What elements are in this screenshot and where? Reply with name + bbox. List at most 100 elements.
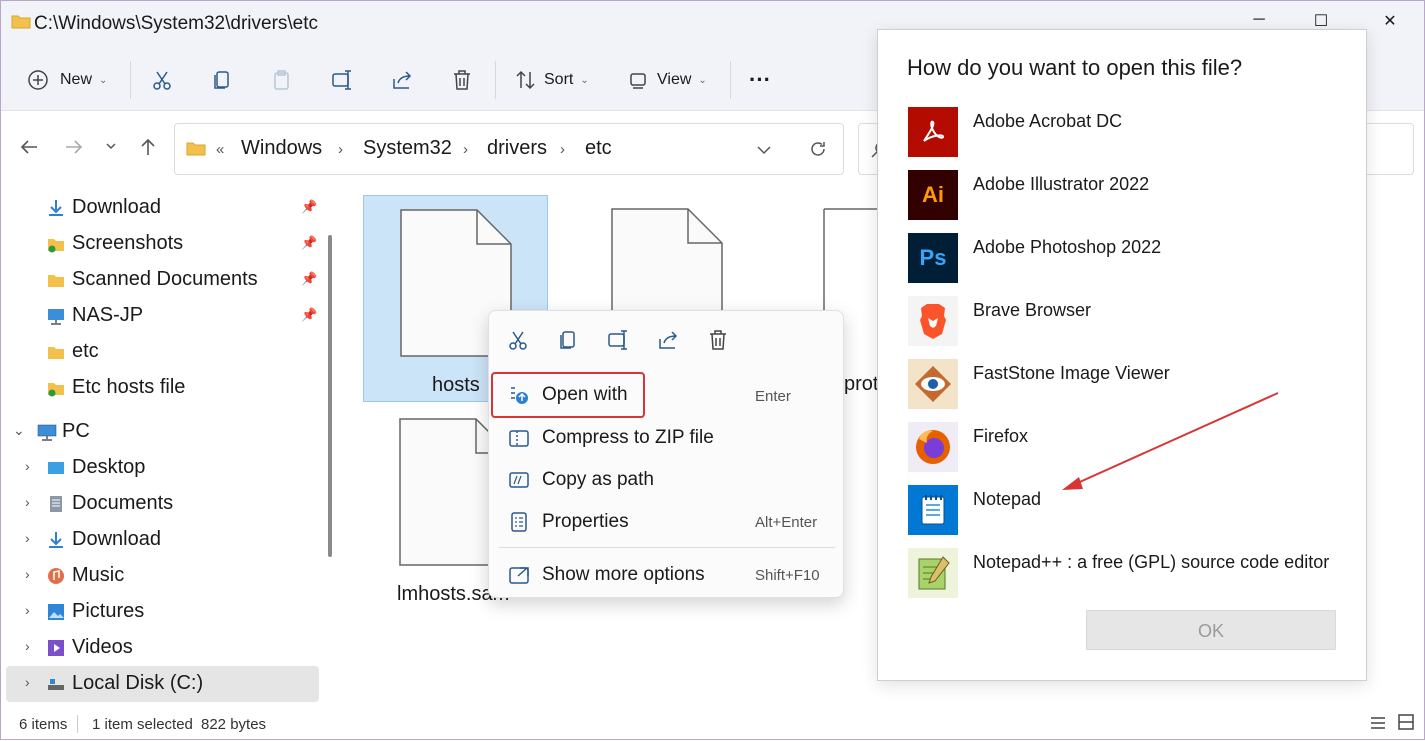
properties-icon — [509, 512, 529, 532]
faststone-icon — [908, 359, 958, 409]
delete-button[interactable] — [451, 65, 473, 95]
chevron-right-icon[interactable]: › — [463, 141, 468, 158]
chevron-right-icon[interactable]: › — [25, 530, 30, 546]
forward-arrow-icon[interactable] — [64, 137, 84, 162]
app-option-illustrator[interactable]: Ai Adobe Illustrator 2022 — [908, 170, 1348, 222]
folder-icon — [186, 140, 206, 161]
refresh-icon[interactable] — [808, 139, 828, 164]
breadcrumb-windows[interactable]: Windows — [241, 137, 322, 160]
network-drive-icon — [47, 307, 65, 325]
close-button[interactable]: ✕ — [1375, 11, 1405, 37]
sidebar-item-documents[interactable]: › Documents — [1, 486, 321, 522]
menu-item-open-with[interactable]: Open with — [491, 372, 645, 418]
menu-item-copy-as-path[interactable]: Copy as path — [493, 459, 841, 501]
sidebar-item-etc-hosts-file[interactable]: Etc hosts file — [1, 370, 321, 406]
folder-icon — [47, 235, 65, 253]
chevron-right-icon[interactable]: › — [338, 141, 343, 158]
sidebar-item-etc[interactable]: etc — [1, 334, 321, 370]
breadcrumb-overflow[interactable]: « — [216, 141, 224, 158]
trash-icon[interactable] — [707, 329, 729, 351]
paste-button[interactable] — [271, 65, 293, 95]
sidebar-item-scanned-documents[interactable]: Scanned Documents 📌 — [1, 262, 321, 298]
music-icon — [47, 567, 65, 585]
folder-icon — [47, 379, 65, 397]
details-view-icon[interactable] — [1370, 716, 1386, 734]
chevron-right-icon[interactable]: › — [25, 566, 30, 582]
sidebar-item-pc[interactable]: ⌄ PC — [1, 414, 321, 450]
breadcrumb-drivers[interactable]: drivers — [487, 137, 547, 160]
status-bar: 6 items 1 item selected 822 bytes — [1, 707, 1424, 741]
rename-button[interactable] — [331, 65, 353, 95]
chevron-right-icon[interactable]: › — [25, 494, 30, 510]
sidebar-item-nas-jp[interactable]: NAS-JP 📌 — [1, 298, 321, 334]
breadcrumb-etc[interactable]: etc — [585, 137, 612, 160]
toolbar-divider — [130, 61, 131, 99]
sidebar-item-pictures[interactable]: › Pictures — [1, 594, 321, 630]
new-button[interactable]: New ⌄ — [27, 65, 107, 95]
chevron-right-icon[interactable]: › — [25, 638, 30, 654]
address-dropdown-chevron-icon[interactable] — [756, 143, 772, 161]
sidebar-item-local-disk[interactable]: › Local Disk (C:) — [6, 666, 319, 702]
sidebar-item-download-pc[interactable]: › Download — [1, 522, 321, 558]
chevron-down-icon: ⌄ — [99, 74, 108, 86]
app-option-acrobat[interactable]: Adobe Acrobat DC — [908, 107, 1348, 159]
breadcrumb-system32[interactable]: System32 — [363, 137, 452, 160]
window-title: C:\Windows\System32\drivers\etc — [34, 13, 319, 34]
app-option-brave[interactable]: Brave Browser — [908, 296, 1348, 348]
videos-icon — [47, 639, 65, 657]
sidebar-item-desktop[interactable]: › Desktop — [1, 450, 321, 486]
sidebar-item-videos[interactable]: › Videos — [1, 630, 321, 666]
file-explorer-window: C:\Windows\System32\drivers\etc ─ ☐ ✕ Ne… — [0, 0, 1425, 740]
app-option-notepadpp[interactable]: Notepad++ : a free (GPL) source code edi… — [908, 548, 1348, 600]
menu-item-compress[interactable]: Compress to ZIP file — [493, 417, 841, 459]
app-option-faststone[interactable]: FastStone Image Viewer — [908, 359, 1348, 411]
copy-icon — [214, 71, 229, 89]
sidebar-item-screenshots[interactable]: Screenshots 📌 — [1, 226, 321, 262]
menu-item-properties[interactable]: Properties Alt+Enter — [493, 501, 841, 543]
sidebar-item-music[interactable]: › Music — [1, 558, 321, 594]
app-option-notepad[interactable]: Notepad — [908, 485, 1348, 537]
pc-icon — [37, 423, 57, 441]
tiles-view-icon[interactable] — [1398, 714, 1414, 734]
copy-icon[interactable] — [557, 329, 579, 351]
sort-icon — [516, 70, 535, 90]
cut-icon[interactable] — [507, 329, 529, 351]
view-button[interactable]: View ⌄ — [628, 65, 707, 95]
file-name: hosts — [432, 374, 480, 396]
sidebar-item-download[interactable]: Download 📌 — [1, 190, 321, 226]
app-option-firefox[interactable]: Firefox — [908, 422, 1348, 474]
chevron-right-icon[interactable]: › — [25, 674, 30, 690]
app-option-photoshop[interactable]: Ps Adobe Photoshop 2022 — [908, 233, 1348, 285]
more-options-button[interactable]: ··· — [749, 65, 771, 95]
open-with-shortcut: Enter — [755, 388, 791, 405]
illustrator-icon: Ai — [908, 170, 958, 220]
open-with-icon — [509, 385, 529, 405]
up-arrow-icon[interactable] — [138, 137, 158, 162]
share-button[interactable] — [391, 65, 413, 95]
rename-icon[interactable] — [607, 329, 629, 351]
recent-locations-chevron-icon[interactable] — [105, 139, 117, 157]
pin-icon: 📌 — [301, 199, 318, 214]
sidebar-scrollbar[interactable] — [328, 235, 332, 557]
folder-icon — [47, 271, 65, 289]
chevron-right-icon[interactable]: › — [560, 141, 565, 158]
cut-button[interactable] — [151, 65, 173, 95]
share-icon[interactable] — [657, 329, 679, 351]
sort-button[interactable]: Sort ⌄ — [515, 65, 589, 95]
ok-button[interactable]: OK — [1086, 610, 1336, 650]
copy-path-icon — [509, 470, 529, 490]
chevron-right-icon[interactable]: › — [25, 602, 30, 618]
chevron-down-icon[interactable]: ⌄ — [13, 422, 25, 439]
chevron-right-icon[interactable]: › — [25, 458, 30, 474]
copy-button[interactable] — [211, 65, 233, 95]
folder-icon — [47, 343, 65, 361]
item-count: 6 items — [19, 716, 68, 733]
back-arrow-icon[interactable] — [19, 137, 39, 162]
rename-icon — [332, 70, 351, 90]
file-name: prot — [844, 373, 879, 395]
paste-icon — [274, 70, 289, 90]
notepadpp-icon — [908, 548, 958, 598]
menu-item-show-more-options[interactable]: Show more options Shift+F10 — [493, 554, 841, 596]
address-bar[interactable]: « Windows › System32 › drivers › etc — [174, 123, 844, 175]
view-icon — [630, 73, 646, 89]
